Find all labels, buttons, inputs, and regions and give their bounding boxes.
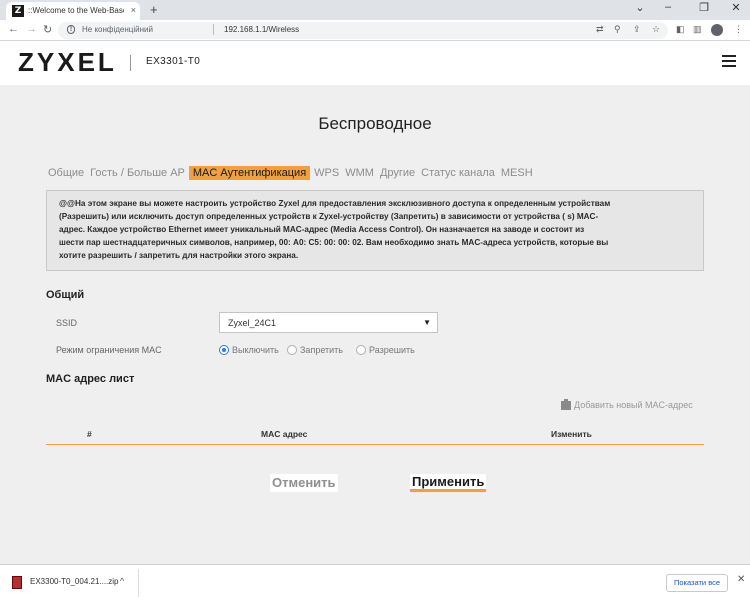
column-header-mac: MAC адрес	[261, 429, 308, 439]
tab-search-button[interactable]: ⌄	[626, 1, 654, 14]
tab-7[interactable]: MESH	[499, 166, 535, 180]
radio-label: Запретить	[300, 345, 343, 355]
page-title: Беспроводное	[318, 114, 432, 133]
tab-0[interactable]: Общие	[46, 166, 86, 180]
close-window-button[interactable]: ✕	[722, 1, 750, 14]
add-device-icon	[561, 399, 571, 410]
menu-hamburger-icon[interactable]	[722, 55, 736, 67]
cancel-button[interactable]: Отменить	[270, 474, 338, 492]
tab-1[interactable]: Гость / Больше AP	[88, 166, 187, 180]
show-all-button[interactable]: Показати все	[666, 574, 728, 592]
mac-list-section-title: MAC адрес лист	[46, 373, 135, 385]
profile-avatar[interactable]	[711, 24, 723, 36]
shelf-divider	[138, 569, 139, 597]
reload-button[interactable]: ↻	[43, 23, 52, 36]
shelf-close-icon[interactable]: ✕	[737, 574, 745, 585]
maximize-button[interactable]: ❐	[690, 1, 718, 14]
header-divider	[130, 55, 131, 71]
url-separator	[213, 24, 214, 35]
apply-button[interactable]: Применить	[410, 474, 487, 492]
address-bar[interactable]: ! Не конфіденційний 192.168.1.1/Wireless…	[58, 22, 668, 39]
tab-4[interactable]: WMM	[343, 166, 376, 180]
translate-icon[interactable]: ⇄	[596, 24, 604, 35]
mac-mode-label: Режим ограничения MAC	[56, 345, 162, 355]
download-shelf: EX3300-T0_004.21....zip ^ Показати все ✕	[0, 564, 750, 600]
ssid-value: Zyxel_24C1	[228, 318, 277, 328]
radio-button[interactable]	[287, 345, 297, 355]
info-line: шести пар шестнадцатеричных символов, на…	[59, 238, 609, 247]
radio-button[interactable]	[219, 345, 229, 355]
zyxel-logo: ZYXEL	[18, 47, 117, 77]
radio-button[interactable]	[356, 345, 366, 355]
browser-tab-strip: Z ::Welcome to the Web-Based Co × + ⌄ – …	[0, 0, 750, 20]
forward-button[interactable]: →	[26, 23, 37, 35]
download-file-name: EX3300-T0_004.21....zip	[30, 577, 119, 586]
ssid-label: SSID	[56, 318, 78, 328]
add-mac-label: Добавить новый MAC-адрес	[574, 400, 693, 410]
column-header-edit: Изменить	[551, 429, 592, 439]
wireless-tabs: Общие Гость / Больше AP MAC Аутентификация…	[46, 166, 537, 180]
mac-table-header: # MAC адрес Изменить	[46, 424, 704, 445]
warning-icon[interactable]: !	[67, 25, 75, 34]
chevron-up-icon[interactable]: ^	[120, 576, 124, 586]
tab-title: ::Welcome to the Web-Based Co	[28, 6, 124, 15]
new-tab-button[interactable]: +	[150, 2, 158, 18]
bookmark-star-icon[interactable]: ☆	[652, 24, 660, 35]
minimize-button[interactable]: –	[654, 1, 682, 13]
tab-6[interactable]: Статус канала	[419, 166, 497, 180]
extensions-icon[interactable]: ◧	[676, 24, 685, 35]
router-header: ZYXEL EX3301-T0	[0, 41, 750, 85]
info-description: @@На этом экране вы можете настроить уст…	[46, 190, 704, 271]
device-model: EX3301-T0	[146, 56, 201, 67]
browser-tab[interactable]: Z ::Welcome to the Web-Based Co ×	[6, 2, 140, 20]
column-header-index: #	[87, 429, 92, 439]
zyxel-favicon-icon: Z	[12, 5, 24, 17]
download-item[interactable]: EX3300-T0_004.21....zip ^	[8, 573, 138, 595]
tab-5[interactable]: Другие	[378, 166, 417, 180]
radio-label: Разрешить	[369, 345, 415, 355]
tab-active-2[interactable]: MAC Аутентификация	[188, 166, 311, 180]
sidebar-icon[interactable]: ▥	[693, 24, 702, 35]
share-icon[interactable]: ⇪	[633, 24, 641, 35]
info-line: @@На этом экране вы можете настроить уст…	[59, 199, 611, 208]
archive-file-icon	[12, 576, 22, 589]
info-line: (Разрешить) или исключить доступ определ…	[59, 212, 599, 221]
browser-toolbar: ← → ↻ ! Не конфіденційний 192.168.1.1/Wi…	[0, 20, 750, 41]
security-label[interactable]: Не конфіденційний	[82, 25, 153, 34]
back-button[interactable]: ←	[8, 23, 19, 35]
info-line: хотите разрешить / запретить для настрой…	[59, 251, 299, 260]
zoom-icon[interactable]: ⚲	[614, 24, 621, 35]
tab-close-icon[interactable]: ×	[131, 5, 136, 15]
general-section-title: Общий	[46, 289, 85, 301]
tab-3[interactable]: WPS	[312, 166, 341, 180]
ssid-select[interactable]: Zyxel_24C1 ▼	[219, 312, 438, 333]
url-text[interactable]: 192.168.1.1/Wireless	[224, 25, 299, 34]
info-line: адрес. Каждое устройство Ethernet имеет …	[59, 225, 585, 234]
browser-menu-icon[interactable]: ⋮	[734, 24, 743, 35]
dropdown-caret-icon: ▼	[423, 318, 431, 327]
radio-label: Выключить	[232, 345, 279, 355]
